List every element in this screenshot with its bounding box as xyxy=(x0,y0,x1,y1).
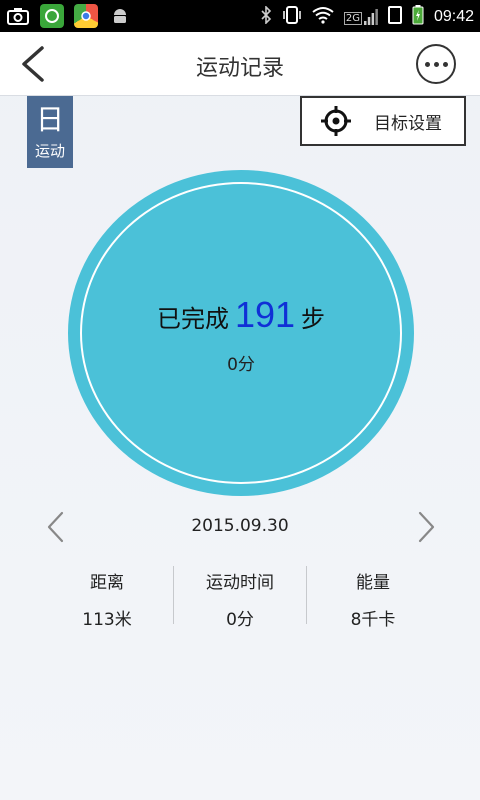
chrome-icon xyxy=(74,4,98,28)
stat-label: 距离 xyxy=(90,573,124,593)
status-bar: 2G 09:42 xyxy=(0,0,480,32)
stat-distance: 距离 113米 xyxy=(40,564,174,630)
stat-value: 0分 xyxy=(226,610,254,630)
day-tab[interactable]: 日 运动 xyxy=(27,96,73,168)
stats-row: 距离 113米 运动时间 0分 能量 8千卡 xyxy=(40,564,440,630)
active-minutes: 0分 xyxy=(227,355,255,375)
next-day-button[interactable] xyxy=(414,510,438,544)
more-dot xyxy=(442,61,448,67)
more-button[interactable] xyxy=(416,44,456,84)
android-icon xyxy=(108,4,132,28)
nav-bar: 运动记录 xyxy=(0,32,480,96)
current-date: 2015.09.30 xyxy=(191,516,289,536)
stat-value: 8千卡 xyxy=(350,610,396,630)
status-bar-system: 2G 09:42 xyxy=(260,5,474,29)
camera-icon xyxy=(6,4,30,28)
stat-label: 能量 xyxy=(356,573,390,593)
vibrate-icon xyxy=(282,5,302,29)
day-tab-char: 日 xyxy=(35,103,64,136)
more-dots-icon xyxy=(424,61,430,67)
more-dot xyxy=(433,61,439,67)
stat-energy: 能量 8千卡 xyxy=(306,564,440,630)
goal-settings-label: 目标设置 xyxy=(374,113,442,134)
clock: 09:42 xyxy=(433,8,474,25)
steps-prefix: 已完成 xyxy=(156,305,229,333)
step-progress-circle: 已完成 191 步 0分 xyxy=(68,170,414,496)
sim-icon xyxy=(387,6,402,28)
steps-summary: 已完成 191 步 xyxy=(68,294,414,336)
stat-label: 运动时间 xyxy=(206,573,274,593)
battery-icon xyxy=(412,5,424,29)
stat-value: 113米 xyxy=(82,610,132,630)
bluetooth-icon xyxy=(260,5,272,28)
chevron-right-icon xyxy=(418,511,435,543)
phone-app-icon xyxy=(40,4,64,28)
goal-settings-button[interactable]: 目标设置 xyxy=(300,96,466,146)
crosshair-icon xyxy=(321,106,351,136)
page-title: 运动记录 xyxy=(195,56,284,81)
steps-count: 191 xyxy=(234,294,296,335)
signal-icon: 2G xyxy=(343,9,378,25)
network-type-label: 2G xyxy=(343,12,362,25)
wifi-icon xyxy=(312,6,334,28)
stat-exercise-time: 运动时间 0分 xyxy=(173,564,307,630)
status-bar-notifications xyxy=(6,4,132,28)
day-tab-label: 运动 xyxy=(34,142,65,160)
steps-suffix: 步 xyxy=(301,305,326,333)
